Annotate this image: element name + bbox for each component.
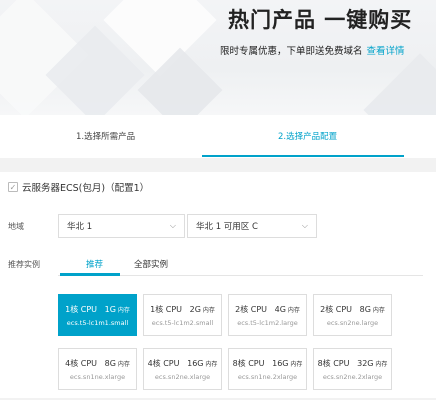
- product-checkbox[interactable]: ✓: [8, 182, 18, 192]
- instance-memory: 32G: [357, 359, 374, 368]
- instance-cpu: 4核 CPU: [147, 359, 180, 368]
- product-title: 云服务器ECS(包月)（配置1）: [22, 183, 150, 194]
- instance-cpu: 1核 CPU: [150, 305, 183, 314]
- active-tab-underline: [60, 273, 120, 276]
- instance-spec: 1核 CPU 1G 内存: [59, 304, 136, 315]
- chevron-down-icon: ⌵: [301, 221, 308, 230]
- instance-type: ecs.sn2ne.2xlarge: [322, 373, 383, 381]
- instance-memory: 8G: [104, 359, 116, 368]
- instance-memory-unit: 内存: [200, 307, 215, 314]
- region-label: 地域: [8, 222, 24, 231]
- zone-select-value: 华北 1 可用区 C: [196, 222, 258, 232]
- active-step-underline: [202, 155, 404, 157]
- instance-card[interactable]: 2核 CPU 8G 内存 ecs.sn2ne.large: [313, 294, 392, 336]
- instance-memory: 4G: [274, 305, 286, 314]
- instance-type: ecs.t5-lc1m2.small: [151, 319, 214, 327]
- instance-type: ecs.sn1ne.xlarge: [69, 373, 126, 381]
- product-header: ✓ 云服务器ECS(包月)（配置1）: [8, 180, 149, 194]
- tab-all-instances[interactable]: 全部实例: [134, 258, 168, 270]
- instance-memory: 16G: [272, 359, 289, 368]
- instance-cpu: 8核 CPU: [232, 359, 265, 368]
- instance-spec: 4核 CPU 8G 内存: [59, 358, 136, 369]
- instance-memory-unit: 内存: [285, 307, 300, 314]
- instance-memory: 2G: [189, 305, 201, 314]
- instance-spec: 1核 CPU 2G 内存: [144, 304, 221, 315]
- instance-spec: 2核 CPU 4G 内存: [229, 304, 306, 315]
- hero-subtitle-text: 限时专属优惠，下单即送免费域名: [220, 46, 363, 57]
- instance-memory: 1G: [104, 305, 116, 314]
- instance-type: ecs.sn1ne.2xlarge: [237, 373, 298, 381]
- step-select-product[interactable]: 1.选择所需产品: [76, 130, 135, 142]
- instance-card[interactable]: 1核 CPU 2G 内存 ecs.t5-lc1m2.small: [143, 294, 222, 336]
- tab-recommended[interactable]: 推荐: [86, 258, 103, 270]
- instance-spec: 4核 CPU 16G 内存: [144, 358, 221, 369]
- instance-label: 推荐实例: [8, 260, 40, 269]
- instance-card[interactable]: 8核 CPU 16G 内存 ecs.sn1ne.2xlarge: [228, 348, 307, 390]
- view-details-link[interactable]: 查看详情: [367, 46, 405, 57]
- instance-memory-unit: 内存: [370, 307, 385, 314]
- instance-spec: 2核 CPU 8G 内存: [314, 304, 391, 315]
- instance-spec: 8核 CPU 16G 内存: [229, 358, 306, 369]
- hero-subtitle: 限时专属优惠，下单即送免费域名 查看详情: [220, 43, 405, 57]
- instance-type: ecs.sn2ne.xlarge: [154, 373, 211, 381]
- instance-card[interactable]: 2核 CPU 4G 内存 ecs.t5-lc1m2.large: [228, 294, 307, 336]
- hero-banner: 热门产品 一键购买 限时专属优惠，下单即送免费域名 查看详情: [0, 0, 436, 115]
- instance-cpu: 8核 CPU: [317, 359, 350, 368]
- instance-spec: 8核 CPU 32G 内存: [314, 358, 391, 369]
- zone-select[interactable]: 华北 1 可用区 C ⌵: [187, 214, 317, 238]
- instance-type: ecs.sn2ne.large: [326, 319, 379, 327]
- instance-memory-unit: 内存: [115, 361, 130, 368]
- instance-cpu: 4核 CPU: [65, 359, 98, 368]
- region-select[interactable]: 华北 1 ⌵: [58, 214, 185, 238]
- instance-memory-unit: 内存: [373, 361, 388, 368]
- step-configure-product[interactable]: 2.选择产品配置: [278, 130, 337, 142]
- instance-memory-unit: 内存: [288, 361, 303, 368]
- instance-card[interactable]: 1核 CPU 1G 内存 ecs.t5-lc1m1.small: [58, 294, 137, 336]
- instance-cpu: 1核 CPU: [65, 305, 98, 314]
- instance-type: ecs.t5-lc1m2.large: [237, 319, 298, 327]
- instance-memory-unit: 内存: [115, 307, 130, 314]
- instance-memory: 16G: [187, 359, 204, 368]
- hero-title: 热门产品 一键购买: [228, 8, 413, 32]
- instance-card[interactable]: 4核 CPU 16G 内存 ecs.sn2ne.xlarge: [143, 348, 222, 390]
- section-divider: [0, 158, 436, 172]
- instance-card[interactable]: 8核 CPU 32G 内存 ecs.sn2ne.2xlarge: [313, 348, 392, 390]
- instance-memory: 8G: [359, 305, 371, 314]
- instance-memory-unit: 内存: [203, 361, 218, 368]
- instance-cpu: 2核 CPU: [235, 305, 268, 314]
- step-indicator: 1.选择所需产品 2.选择产品配置: [0, 120, 436, 158]
- instance-card[interactable]: 4核 CPU 8G 内存 ecs.sn1ne.xlarge: [58, 348, 137, 390]
- instance-type: ecs.t5-lc1m1.small: [66, 319, 129, 327]
- instance-cpu: 2核 CPU: [320, 305, 353, 314]
- chevron-down-icon: ⌵: [169, 221, 176, 230]
- decorative-shape: [363, 53, 436, 115]
- region-select-value: 华北 1: [67, 222, 93, 232]
